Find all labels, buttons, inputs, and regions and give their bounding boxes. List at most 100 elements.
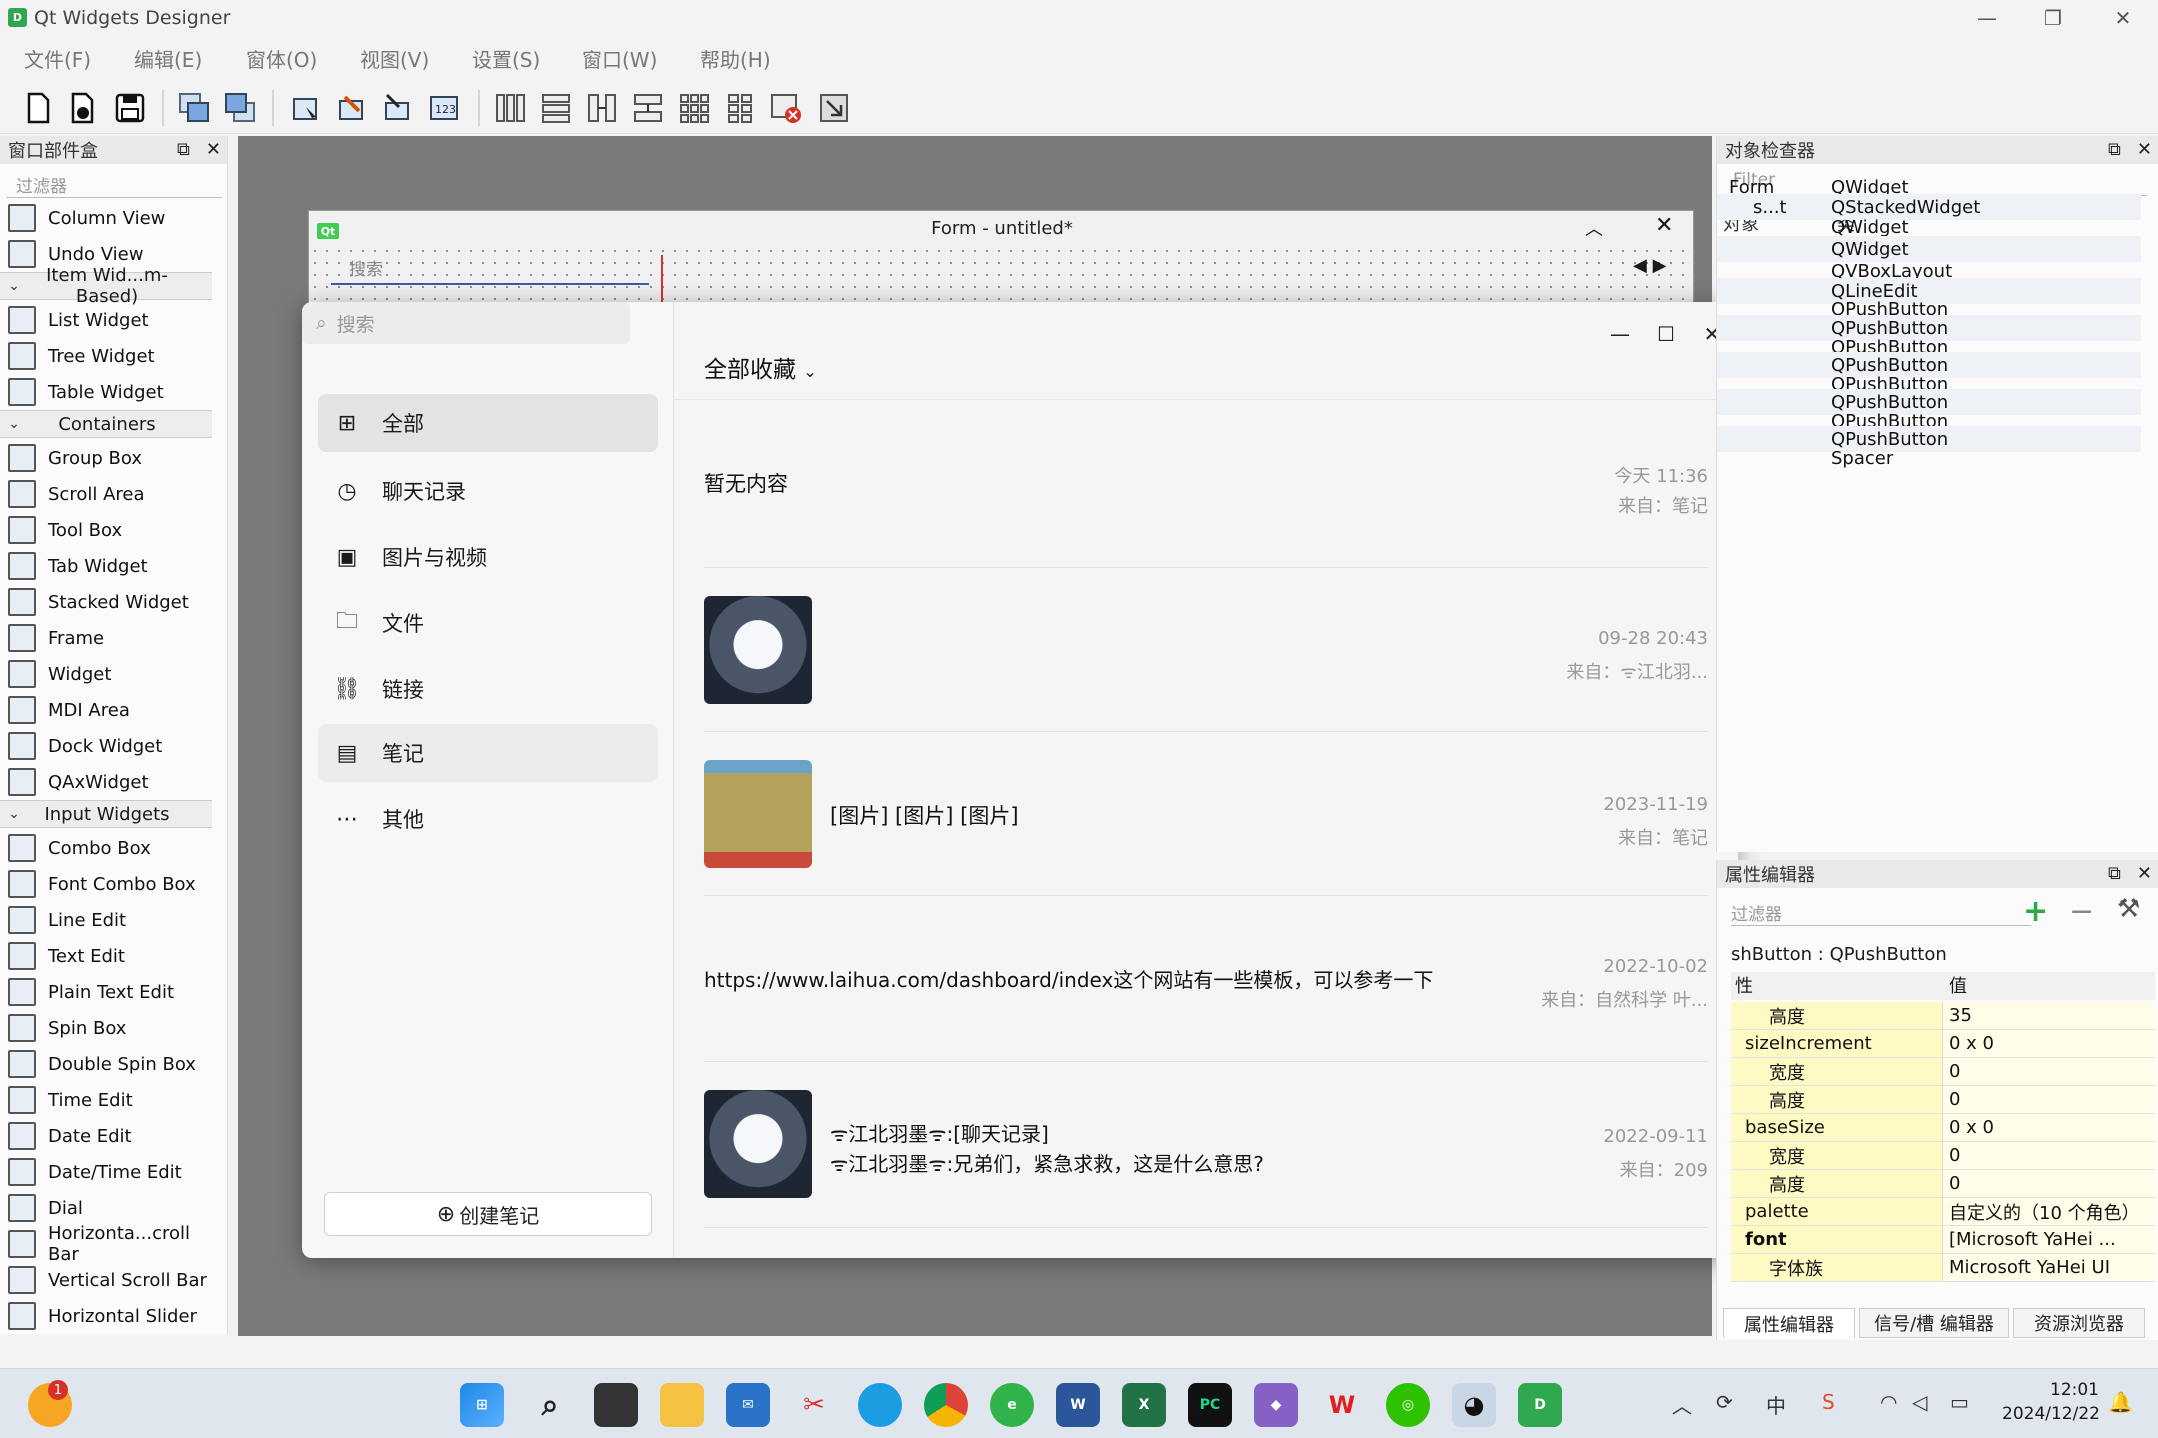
layout-v-splitter-icon[interactable] (628, 90, 668, 126)
bring-to-front-icon[interactable] (220, 90, 260, 126)
property-row[interactable]: 高度 0 (1731, 1170, 2155, 1198)
widget-item[interactable]: Table Widget (0, 374, 212, 410)
break-layout-icon[interactable] (766, 90, 806, 126)
menu-form[interactable]: 窗体(O) (246, 44, 317, 73)
favorite-item[interactable]: [图片] [图片] [图片] 2023-11-19 来自：笔记 (704, 732, 1708, 896)
favorite-item[interactable]: 09-28 20:43 来自：ᯤ江北羽... (704, 568, 1708, 732)
new-file-icon[interactable] (18, 90, 58, 126)
object-tree-row[interactable]: Spacer (1717, 445, 2141, 471)
property-filter-input[interactable]: 过滤器 (1731, 900, 2031, 926)
property-value[interactable]: 0 (1943, 1058, 2155, 1085)
widget-item[interactable]: Tool Box (0, 512, 212, 548)
float-icon[interactable]: ⧉ (2108, 139, 2121, 160)
widget-item[interactable]: QAxWidget (0, 764, 212, 800)
menu-settings[interactable]: 设置(S) (472, 44, 540, 73)
menu-view[interactable]: 视图(V) (360, 44, 429, 73)
widget-item[interactable]: Scroll Area (0, 476, 212, 512)
property-row[interactable]: palette 自定义的（10 个角色） (1731, 1198, 2155, 1226)
form-close-icon[interactable]: ✕ (1655, 213, 1673, 238)
property-row[interactable]: font [Microsoft YaHei ... (1731, 1226, 2155, 1254)
property-value[interactable]: 0 (1943, 1170, 2155, 1197)
tab-signal-slot-editor[interactable]: 信号/槽 编辑器 (1859, 1308, 2009, 1338)
clock-time[interactable]: 12:01 (2050, 1380, 2099, 1400)
pycharm-icon[interactable]: PC (1188, 1383, 1232, 1427)
sync-icon[interactable]: ⟳ (1716, 1390, 1733, 1414)
property-value[interactable]: 0 x 0 (1943, 1030, 2155, 1057)
remove-property-icon[interactable]: − (2069, 894, 2094, 929)
input-method-icon[interactable]: S (1822, 1390, 1835, 1414)
widget-item[interactable]: Dial (0, 1190, 212, 1226)
form-search-lineedit[interactable]: 搜索 (329, 255, 645, 283)
battery-icon[interactable]: ▭ (1950, 1390, 1969, 1414)
float-icon[interactable]: ⧉ (177, 139, 190, 160)
property-row[interactable]: sizeIncrement 0 x 0 (1731, 1030, 2155, 1058)
widget-item[interactable]: Tree Widget (0, 338, 212, 374)
layout-form-icon[interactable] (720, 90, 760, 126)
menu-help[interactable]: 帮助(H) (700, 44, 771, 73)
nav-other[interactable]: ⋯ 其他 (318, 790, 658, 848)
wps-icon[interactable]: W (1320, 1383, 1364, 1427)
widget-item[interactable]: Line Edit (0, 902, 212, 938)
chrome-icon[interactable] (924, 1383, 968, 1427)
property-row[interactable]: 高度 0 (1731, 1086, 2155, 1114)
layout-grid-icon[interactable] (674, 90, 714, 126)
edge-icon[interactable] (858, 1383, 902, 1427)
widget-item[interactable]: Column View (0, 200, 212, 236)
volume-icon[interactable]: ◁ (1912, 1390, 1927, 1414)
edit-buddies-icon[interactable] (378, 90, 418, 126)
property-row[interactable]: 高度 35 (1731, 1002, 2155, 1030)
save-icon[interactable] (110, 90, 150, 126)
property-value[interactable]: 自定义的（10 个角色） (1943, 1198, 2155, 1225)
open-file-icon[interactable] (62, 90, 102, 126)
tab-property-editor[interactable]: 属性编辑器 (1723, 1308, 1855, 1338)
property-row[interactable]: 字体族 Microsoft YaHei UI (1731, 1254, 2155, 1282)
close-icon[interactable]: ✕ (2137, 863, 2152, 884)
task-view-icon[interactable] (594, 1383, 638, 1427)
start-icon[interactable]: ⊞ (460, 1383, 504, 1427)
close-icon[interactable]: ✕ (2137, 139, 2152, 160)
search-icon[interactable]: ⌕ (528, 1383, 572, 1427)
widget-item[interactable]: List Widget (0, 302, 212, 338)
layout-vertical-icon[interactable] (536, 90, 576, 126)
nav-all[interactable]: ⊞ 全部 (318, 394, 658, 452)
property-value[interactable]: 0 (1943, 1086, 2155, 1113)
add-property-icon[interactable]: + (2023, 894, 2048, 929)
nav-images-videos[interactable]: ▣ 图片与视频 (318, 528, 658, 586)
widget-item[interactable]: Horizonta...croll Bar (0, 1223, 212, 1265)
widget-category[interactable]: ⌄ Input Widgets (0, 800, 212, 828)
nav-links[interactable]: ⛓ 链接 (318, 660, 658, 718)
menu-window[interactable]: 窗口(W) (582, 44, 657, 73)
widget-item[interactable]: Font Combo Box (0, 866, 212, 902)
widget-item[interactable]: Plain Text Edit (0, 974, 212, 1010)
visual-studio-icon[interactable]: ◆ (1254, 1383, 1298, 1427)
float-icon[interactable]: ⧉ (2108, 863, 2121, 884)
favorites-filter-dropdown[interactable]: 全部收藏 ⌄ (704, 350, 817, 384)
widget-category[interactable]: ⌄ Item Wid...m-Based) (0, 265, 212, 307)
nav-notes[interactable]: ▤ 笔记 (318, 724, 658, 782)
widget-item[interactable]: Frame (0, 620, 212, 656)
menu-file[interactable]: 文件(F) (24, 44, 91, 73)
stack-nav-arrows-icon[interactable]: ◀ ▶ (1633, 255, 1666, 276)
word-icon[interactable]: W (1056, 1383, 1100, 1427)
wifi-icon[interactable]: ◠ (1880, 1390, 1897, 1414)
bell-icon[interactable]: 🔔 (2108, 1390, 2133, 1414)
configure-wrench-icon[interactable]: ⚒ (2117, 894, 2140, 924)
tab-resource-browser[interactable]: 资源浏览器 (2013, 1308, 2145, 1338)
dialog-maximize-button[interactable]: ☐ (1644, 316, 1688, 352)
layout-h-splitter-icon[interactable] (582, 90, 622, 126)
favorite-item[interactable]: 暂无内容 今天 11:36 来自：笔记 (704, 400, 1708, 568)
widget-item[interactable]: Double Spin Box (0, 1046, 212, 1082)
widget-item[interactable]: Widget (0, 656, 212, 692)
edit-tab-order-icon[interactable]: 123 (424, 90, 464, 126)
snipping-tool-icon[interactable]: ✂ (792, 1383, 836, 1427)
widget-item[interactable]: Spin Box (0, 1010, 212, 1046)
property-row[interactable]: baseSize 0 x 0 (1731, 1114, 2155, 1142)
property-value[interactable]: 0 (1943, 1142, 2155, 1169)
chevron-up-icon[interactable]: ︿ (1672, 1390, 1692, 1419)
widget-category[interactable]: ⌄ Containers (0, 410, 212, 438)
favorite-item[interactable]: ᯤ江北羽墨ᯤ:[聊天记录] ᯤ江北羽墨ᯤ:兄弟们，紧急求救，这是什么意思? 20… (704, 1062, 1708, 1228)
widget-item[interactable]: Combo Box (0, 830, 212, 866)
qq-icon[interactable]: ◕ (1452, 1383, 1496, 1427)
mail-icon[interactable]: ✉ (726, 1383, 770, 1427)
ime-indicator[interactable]: 中 (1766, 1390, 1786, 1419)
